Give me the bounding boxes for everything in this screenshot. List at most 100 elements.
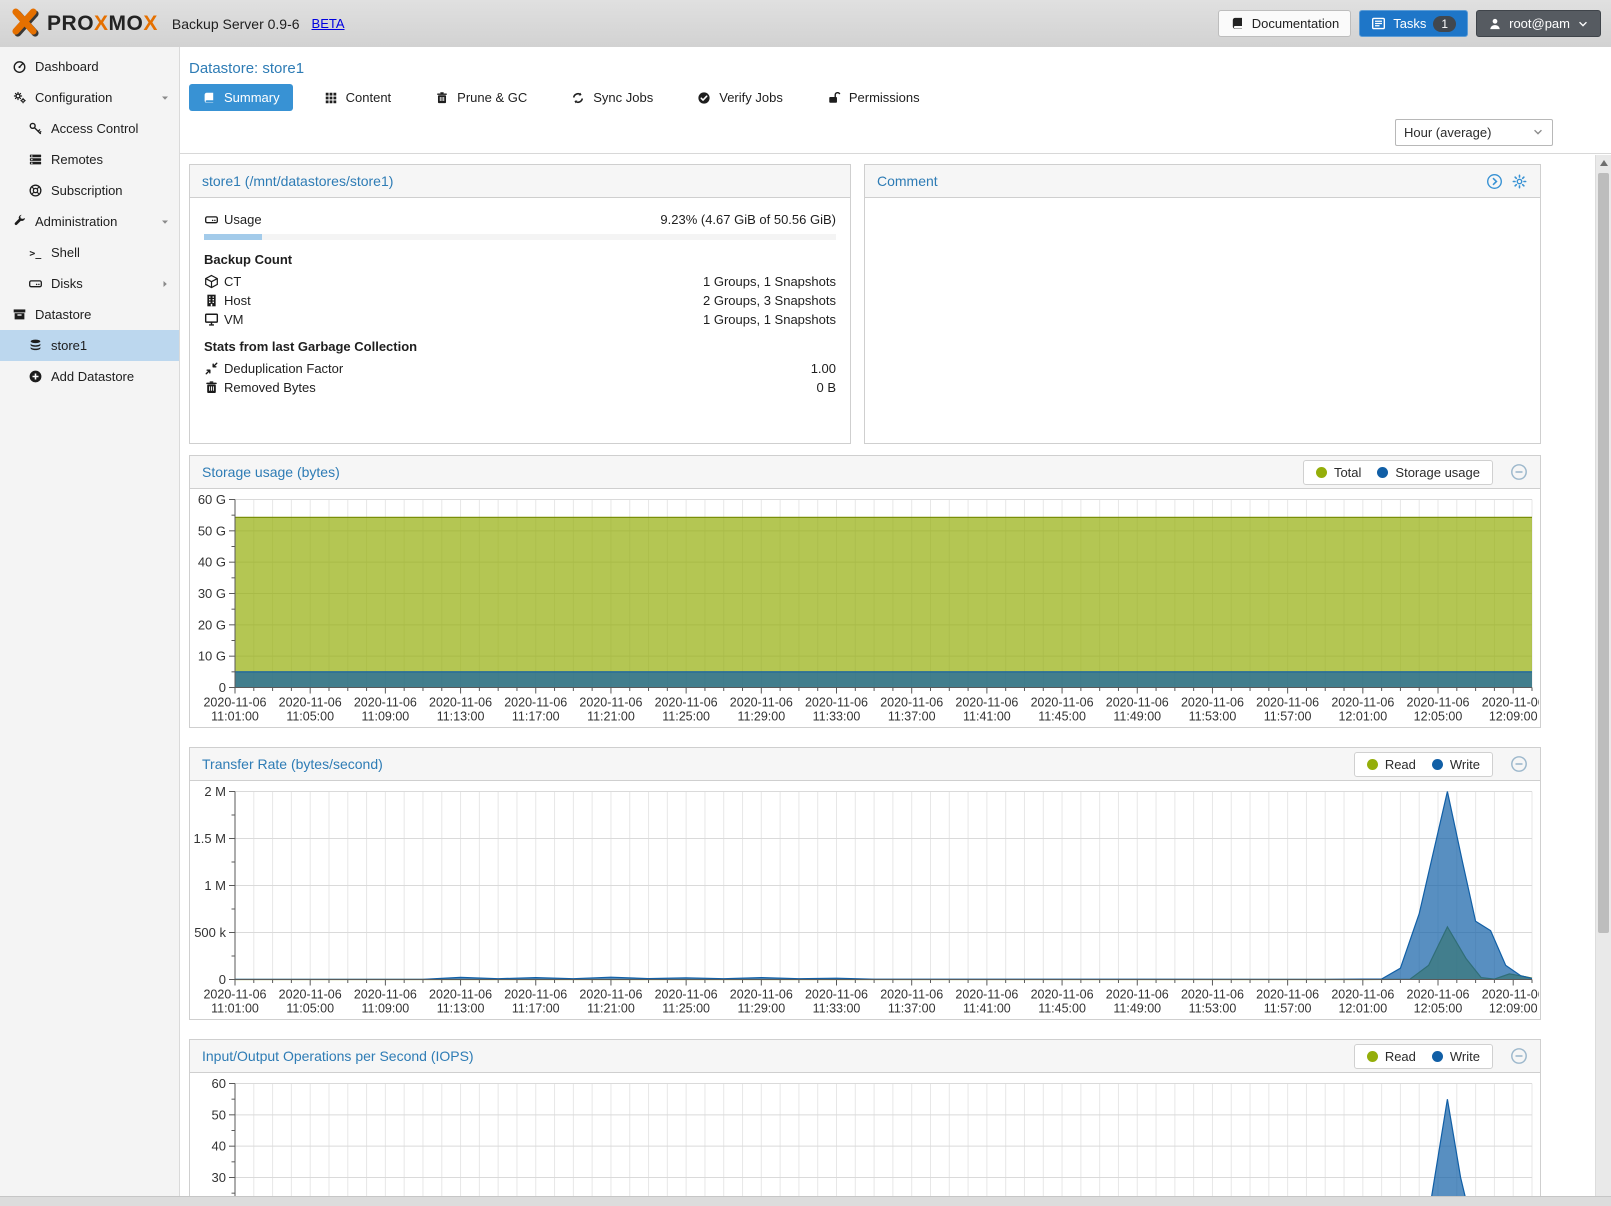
- svg-text:2020-11-06: 2020-11-06: [955, 988, 1018, 1002]
- sidebar-item-administration[interactable]: Administration: [0, 206, 179, 237]
- svg-text:2020-11-06: 2020-11-06: [1181, 988, 1244, 1002]
- sidebar-item-add-datastore[interactable]: Add Datastore: [0, 361, 179, 392]
- legend-item-storage-usage[interactable]: Storage usage: [1377, 465, 1480, 480]
- svg-text:2020-11-06: 2020-11-06: [955, 696, 1018, 710]
- tabbar: Summary Content Prune & GC Sync Jobs Verify …: [180, 84, 1611, 111]
- comment-panel-title: Comment: [877, 173, 938, 189]
- svg-text:2 M: 2 M: [204, 784, 226, 799]
- svg-text:2020-11-06: 2020-11-06: [579, 696, 642, 710]
- row-label: Host: [224, 293, 251, 308]
- summary-panel-header: store1 (/mnt/datastores/store1): [190, 165, 850, 198]
- row-value: 2 Groups, 3 Snapshots: [703, 293, 836, 308]
- tab-prune-gc[interactable]: Prune & GC: [422, 84, 540, 111]
- svg-text:50: 50: [212, 1107, 226, 1122]
- svg-text:2020-11-06: 2020-11-06: [1407, 696, 1470, 710]
- user-menu-button[interactable]: root@pam: [1476, 10, 1601, 37]
- plus-circle-icon: [28, 369, 43, 384]
- legend-label: Write: [1450, 1049, 1480, 1064]
- svg-text:2020-11-06: 2020-11-06: [1031, 696, 1094, 710]
- legend-item-read[interactable]: Read: [1367, 757, 1416, 772]
- scroll-up-arrow[interactable]: [1596, 155, 1611, 171]
- svg-text:2020-11-06: 2020-11-06: [504, 696, 567, 710]
- svg-text:2020-11-06: 2020-11-06: [279, 696, 342, 710]
- legend-item-write[interactable]: Write: [1432, 1049, 1480, 1064]
- gear-icon[interactable]: [1511, 173, 1528, 190]
- svg-text:0: 0: [219, 972, 226, 987]
- svg-text:2020-11-06: 2020-11-06: [354, 696, 417, 710]
- comment-body[interactable]: [865, 198, 1540, 222]
- tab-verify-jobs[interactable]: Verify Jobs: [684, 84, 796, 111]
- sidebar-item-label: Datastore: [35, 307, 91, 322]
- collapse-arrow-icon[interactable]: [159, 92, 171, 104]
- backup-count-row-vm: VM1 Groups, 1 Snapshots: [204, 310, 836, 329]
- app-header: PROXMOX Backup Server 0.9-6 BETA Documen…: [0, 0, 1611, 47]
- sidebar-item-dashboard[interactable]: Dashboard: [0, 51, 179, 82]
- svg-text:11:05:00: 11:05:00: [286, 1002, 334, 1016]
- svg-text:2020-11-06: 2020-11-06: [1482, 988, 1539, 1002]
- tab-label: Content: [346, 90, 392, 105]
- sidebar-item-configuration[interactable]: Configuration: [0, 82, 179, 113]
- sidebar-item-datastore[interactable]: Datastore: [0, 299, 179, 330]
- legend-label: Storage usage: [1395, 465, 1480, 480]
- tasks-button[interactable]: Tasks 1: [1359, 10, 1468, 37]
- tab-label: Permissions: [849, 90, 920, 105]
- page-title: Datastore: store1: [180, 47, 1611, 81]
- tab-content[interactable]: Content: [311, 84, 405, 111]
- svg-text:11:45:00: 11:45:00: [1038, 1002, 1086, 1016]
- collapse-panel-icon[interactable]: [1510, 1044, 1528, 1069]
- svg-text:50 G: 50 G: [198, 523, 226, 538]
- sidebar-item-remotes[interactable]: Remotes: [0, 144, 179, 175]
- svg-text:2020-11-06: 2020-11-06: [1181, 696, 1244, 710]
- sidebar-item-shell[interactable]: >_Shell: [0, 237, 179, 268]
- vertical-scrollbar[interactable]: [1595, 155, 1611, 1196]
- database-icon: [28, 338, 43, 353]
- svg-text:11:53:00: 11:53:00: [1189, 710, 1237, 724]
- time-range-select[interactable]: Hour (average): [1395, 119, 1553, 146]
- tasks-count-badge: 1: [1433, 16, 1456, 32]
- beta-link[interactable]: BETA: [312, 16, 345, 31]
- svg-text:12:09:00: 12:09:00: [1489, 1002, 1538, 1016]
- archive-icon: [12, 307, 27, 322]
- legend-item-total[interactable]: Total: [1316, 465, 1361, 480]
- legend-item-read[interactable]: Read: [1367, 1049, 1416, 1064]
- sidebar-item-disks[interactable]: Disks: [0, 268, 179, 299]
- sidebar-item-store1[interactable]: store1: [0, 330, 179, 361]
- svg-text:11:41:00: 11:41:00: [963, 1002, 1011, 1016]
- edit-comment-icon[interactable]: [1486, 173, 1503, 190]
- row-value: 0 B: [816, 380, 836, 395]
- tab-sync-jobs[interactable]: Sync Jobs: [558, 84, 666, 111]
- collapse-arrow-icon[interactable]: [159, 216, 171, 228]
- legend-item-write[interactable]: Write: [1432, 757, 1480, 772]
- svg-text:40: 40: [212, 1139, 226, 1154]
- usage-label: Usage: [224, 212, 262, 227]
- svg-text:11:37:00: 11:37:00: [888, 1002, 936, 1016]
- svg-text:2020-11-06: 2020-11-06: [655, 988, 718, 1002]
- wrench-icon: [12, 214, 27, 229]
- svg-text:11:57:00: 11:57:00: [1264, 710, 1312, 724]
- documentation-button[interactable]: Documentation: [1218, 10, 1351, 37]
- sidebar-item-access-control[interactable]: Access Control: [0, 113, 179, 144]
- usage-progress-fill: [204, 234, 262, 240]
- legend-dot-icon: [1432, 759, 1443, 770]
- storage-usage-legend: Total Storage usage: [1303, 460, 1493, 485]
- svg-text:11:53:00: 11:53:00: [1189, 1002, 1237, 1016]
- svg-text:11:45:00: 11:45:00: [1038, 710, 1086, 724]
- tab-permissions[interactable]: Permissions: [814, 84, 933, 111]
- horizontal-scrollbar[interactable]: [0, 1196, 1611, 1206]
- collapse-panel-icon[interactable]: [1510, 752, 1528, 777]
- legend-dot-icon: [1367, 759, 1378, 770]
- tab-summary[interactable]: Summary: [189, 84, 293, 111]
- sidebar-item-label: Add Datastore: [51, 369, 134, 384]
- sidebar-item-subscription[interactable]: Subscription: [0, 175, 179, 206]
- row-label: VM: [224, 312, 244, 327]
- expand-arrow-icon[interactable]: [159, 278, 171, 290]
- svg-text:12:05:00: 12:05:00: [1414, 1002, 1463, 1016]
- collapse-panel-icon[interactable]: [1510, 460, 1528, 485]
- svg-text:2020-11-06: 2020-11-06: [805, 988, 868, 1002]
- svg-text:2020-11-06: 2020-11-06: [354, 988, 417, 1002]
- iops-chart-header: Input/Output Operations per Second (IOPS…: [190, 1040, 1540, 1073]
- vertical-scrollbar-thumb[interactable]: [1598, 173, 1609, 933]
- user-icon: [1488, 17, 1502, 31]
- svg-text:40 G: 40 G: [198, 555, 226, 570]
- svg-text:2020-11-06: 2020-11-06: [203, 988, 266, 1002]
